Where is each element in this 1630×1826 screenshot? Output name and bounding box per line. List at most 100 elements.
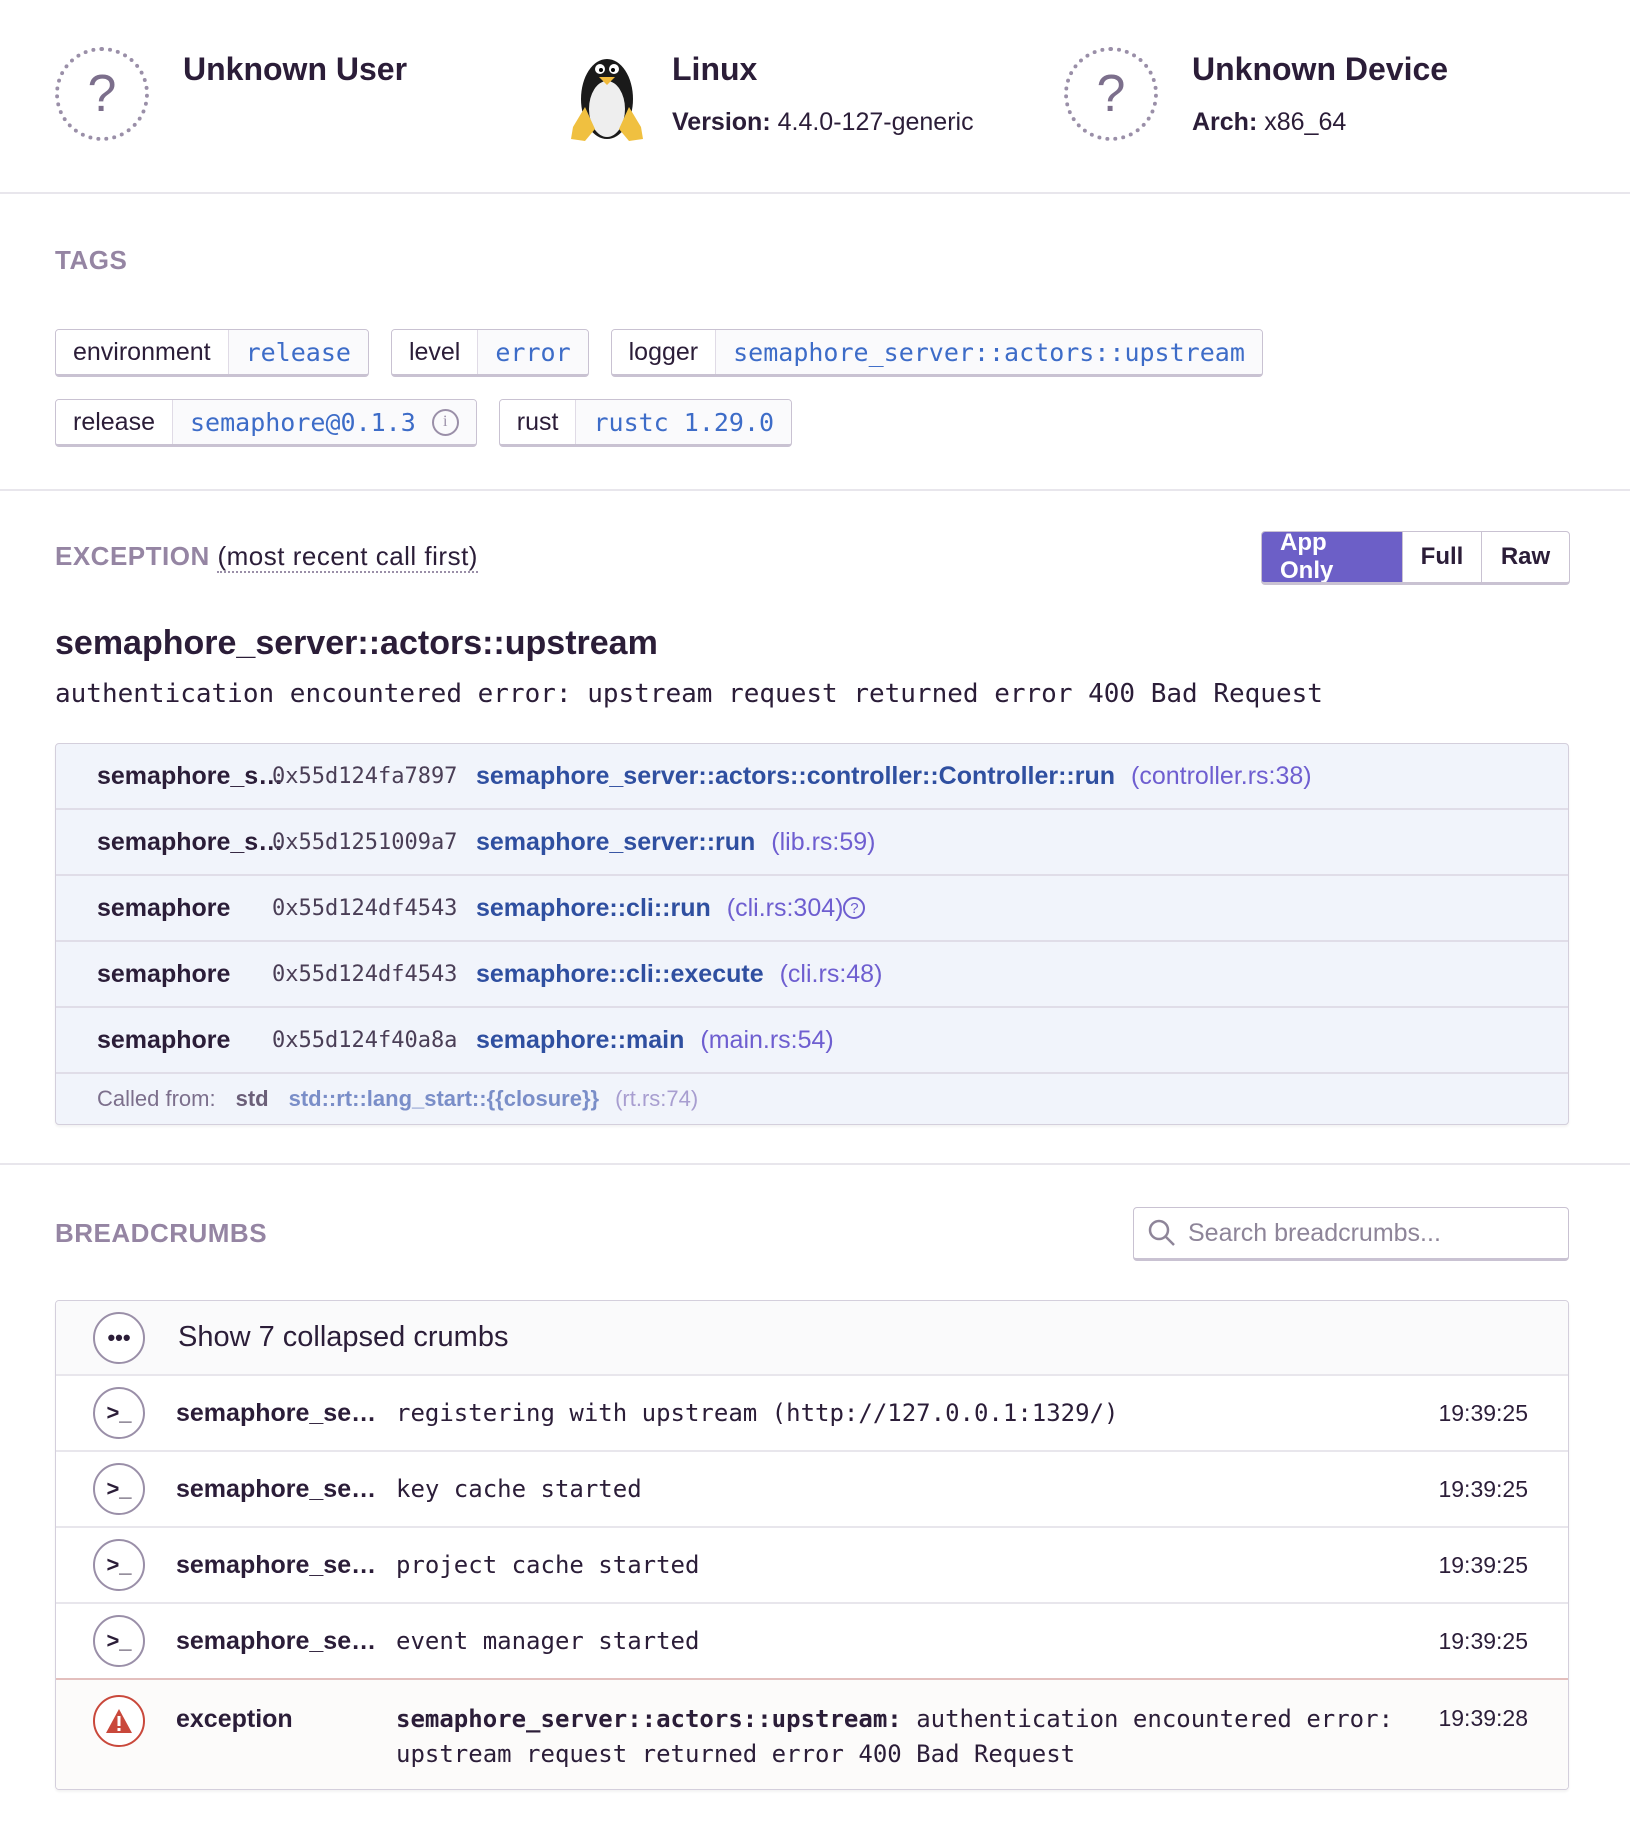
frame-address: 0x55d1251009a7 — [272, 829, 458, 855]
frame-function: semaphore::main — [476, 1025, 685, 1054]
crumb-message: key cache started — [396, 1475, 642, 1503]
terminal-icon: >_ — [93, 1463, 145, 1515]
frame-package: semaphore_s… — [97, 761, 284, 790]
tags-label: TAGS — [55, 245, 128, 275]
crumb-message: project cache started — [396, 1551, 700, 1579]
frame-function: semaphore::cli::run — [476, 893, 711, 922]
tag-value-text: semaphore@0.1.3 — [190, 407, 416, 437]
frame-address: 0x55d124fa7897 — [272, 763, 458, 789]
user-title: Unknown User — [183, 51, 408, 87]
crumb-category: semaphore_se… — [176, 1474, 377, 1503]
exception-label: EXCEPTION (most recent call first) — [55, 541, 478, 573]
exception-type: semaphore_server::actors::upstream — [55, 624, 658, 662]
crumb-category: semaphore_se… — [176, 1398, 377, 1427]
frame-address: 0x55d124df4543 — [272, 961, 458, 987]
tag-key: rust — [499, 400, 576, 444]
terminal-icon: >_ — [93, 1539, 145, 1591]
crumb-message-prefix: semaphore_server::actors::upstream: — [396, 1705, 902, 1733]
breadcrumb-item: >_ semaphore_se… event manager started 19:3… — [56, 1602, 1568, 1678]
tag-key: logger — [611, 330, 716, 374]
frame-function: semaphore::cli::execute — [476, 959, 764, 988]
frame-package: semaphore — [97, 1025, 231, 1054]
question-circle-icon: ? — [1064, 47, 1158, 141]
terminal-icon: >_ — [93, 1615, 145, 1667]
called-from-frame[interactable]: Called from: std std::rt::lang_start::{{cl… — [56, 1074, 1568, 1124]
tag-rust[interactable]: rust rustc 1.29.0 — [498, 399, 793, 447]
breadcrumb-item: >_ semaphore_se… project cache started 19:3… — [56, 1526, 1568, 1602]
frame-location: (main.rs:54) — [700, 1025, 834, 1054]
breadcrumb-item: >_ semaphore_se… key cache started 19:39:25 — [56, 1450, 1568, 1526]
divider — [0, 489, 1630, 491]
warning-triangle-icon — [93, 1695, 145, 1747]
terminal-icon: >_ — [93, 1387, 145, 1439]
called-from-function: std::rt::lang_start::{{closure}} — [288, 1086, 600, 1111]
arch-label: Arch: — [1192, 108, 1258, 136]
breadcrumb-item: >_ semaphore_se… registering with upstream… — [56, 1374, 1568, 1450]
info-icon[interactable]: i — [431, 408, 459, 436]
tag-key: release — [56, 400, 172, 444]
context-user: ? Unknown User — [55, 47, 407, 141]
frame-location: (cli.rs:48) — [779, 959, 883, 988]
stack-frame[interactable]: semaphore_s… 0x55d124fa7897 semaphore_serv… — [56, 744, 1568, 810]
exception-message: authentication encountered error: upstre… — [55, 679, 1323, 709]
help-icon[interactable]: ? — [843, 897, 866, 919]
version-label: Version: — [672, 108, 771, 136]
tag-value[interactable]: semaphore@0.1.3 i — [172, 400, 476, 444]
exception-label-text: EXCEPTION — [55, 541, 210, 571]
breadcrumbs-list: ••• Show 7 collapsed crumbs >_ semaphore_… — [55, 1300, 1569, 1790]
tag-key: environment — [56, 330, 228, 374]
raw-button[interactable]: Raw — [1481, 532, 1569, 582]
frame-function: semaphore_server::run — [476, 827, 756, 856]
crumb-category: semaphore_se… — [176, 1550, 377, 1579]
tag-environment[interactable]: environment release — [55, 329, 369, 377]
frame-location: (lib.rs:59) — [771, 827, 876, 856]
stacktrace-view-toggle[interactable]: App Only Full Raw — [1261, 531, 1570, 585]
stack-frame[interactable]: semaphore_s… 0x55d1251009a7 semaphore_serv… — [56, 810, 1568, 876]
called-from-package: std — [235, 1086, 269, 1111]
context-os: Linux Version: 4.4.0-127-generic — [565, 47, 974, 143]
question-circle-icon: ? — [55, 47, 149, 141]
search-breadcrumbs-input[interactable] — [1188, 1218, 1558, 1248]
frame-address: 0x55d124df4543 — [272, 895, 458, 921]
frame-package: semaphore_s… — [97, 827, 284, 856]
show-collapsed-crumbs[interactable]: ••• Show 7 collapsed crumbs — [56, 1301, 1568, 1374]
crumb-time: 19:39:25 — [1438, 1627, 1528, 1654]
os-title: Linux — [672, 51, 758, 87]
stack-frame[interactable]: semaphore 0x55d124df4543 semaphore::cli::r… — [56, 876, 1568, 942]
breadcrumb-search[interactable] — [1133, 1207, 1569, 1261]
tag-logger[interactable]: logger semaphore_server::actors::upstream — [610, 329, 1263, 377]
most-recent-first-toggle[interactable]: (most recent call first) — [217, 541, 478, 573]
tag-value[interactable]: rustc 1.29.0 — [575, 400, 792, 444]
crumb-time: 19:39:25 — [1438, 1475, 1528, 1502]
os-version: 4.4.0-127-generic — [777, 108, 974, 136]
stack-frame[interactable]: semaphore 0x55d124df4543 semaphore::cli::e… — [56, 942, 1568, 1008]
full-button[interactable]: Full — [1402, 532, 1481, 582]
breadcrumb-exception-item: exception semaphore_server::actors::upst… — [56, 1678, 1568, 1789]
collapsed-crumbs-label: Show 7 collapsed crumbs — [178, 1321, 509, 1353]
tag-value[interactable]: error — [477, 330, 588, 374]
context-device: ? Unknown Device Arch: x86_64 — [1064, 47, 1448, 141]
frame-location: (controller.rs:38) — [1131, 761, 1312, 790]
divider — [0, 1163, 1630, 1165]
tag-value[interactable]: semaphore_server::actors::upstream — [715, 330, 1262, 374]
search-icon — [1148, 1219, 1175, 1246]
crumb-time: 19:39:25 — [1438, 1551, 1528, 1578]
called-from-location: (rt.rs:74) — [615, 1086, 699, 1111]
app-only-button[interactable]: App Only — [1262, 532, 1402, 582]
device-arch: x86_64 — [1264, 108, 1347, 136]
tag-key: level — [391, 330, 478, 374]
called-from-label: Called from: — [97, 1086, 216, 1111]
crumb-time: 19:39:25 — [1438, 1399, 1528, 1426]
tag-value[interactable]: release — [227, 330, 368, 374]
crumb-category: semaphore_se… — [176, 1626, 377, 1655]
frame-package: semaphore — [97, 959, 231, 988]
frame-package: semaphore — [97, 893, 231, 922]
crumb-message: semaphore_server::actors::upstream: auth… — [396, 1702, 1396, 1772]
tag-level[interactable]: level error — [390, 329, 589, 377]
stack-frame[interactable]: semaphore 0x55d124f40a8a semaphore::main (m… — [56, 1008, 1568, 1074]
device-title: Unknown Device — [1192, 51, 1449, 87]
tag-release[interactable]: release semaphore@0.1.3 i — [55, 399, 477, 447]
frame-address: 0x55d124f40a8a — [272, 1027, 458, 1053]
divider — [0, 192, 1630, 194]
frame-location: (cli.rs:304) — [726, 893, 844, 922]
